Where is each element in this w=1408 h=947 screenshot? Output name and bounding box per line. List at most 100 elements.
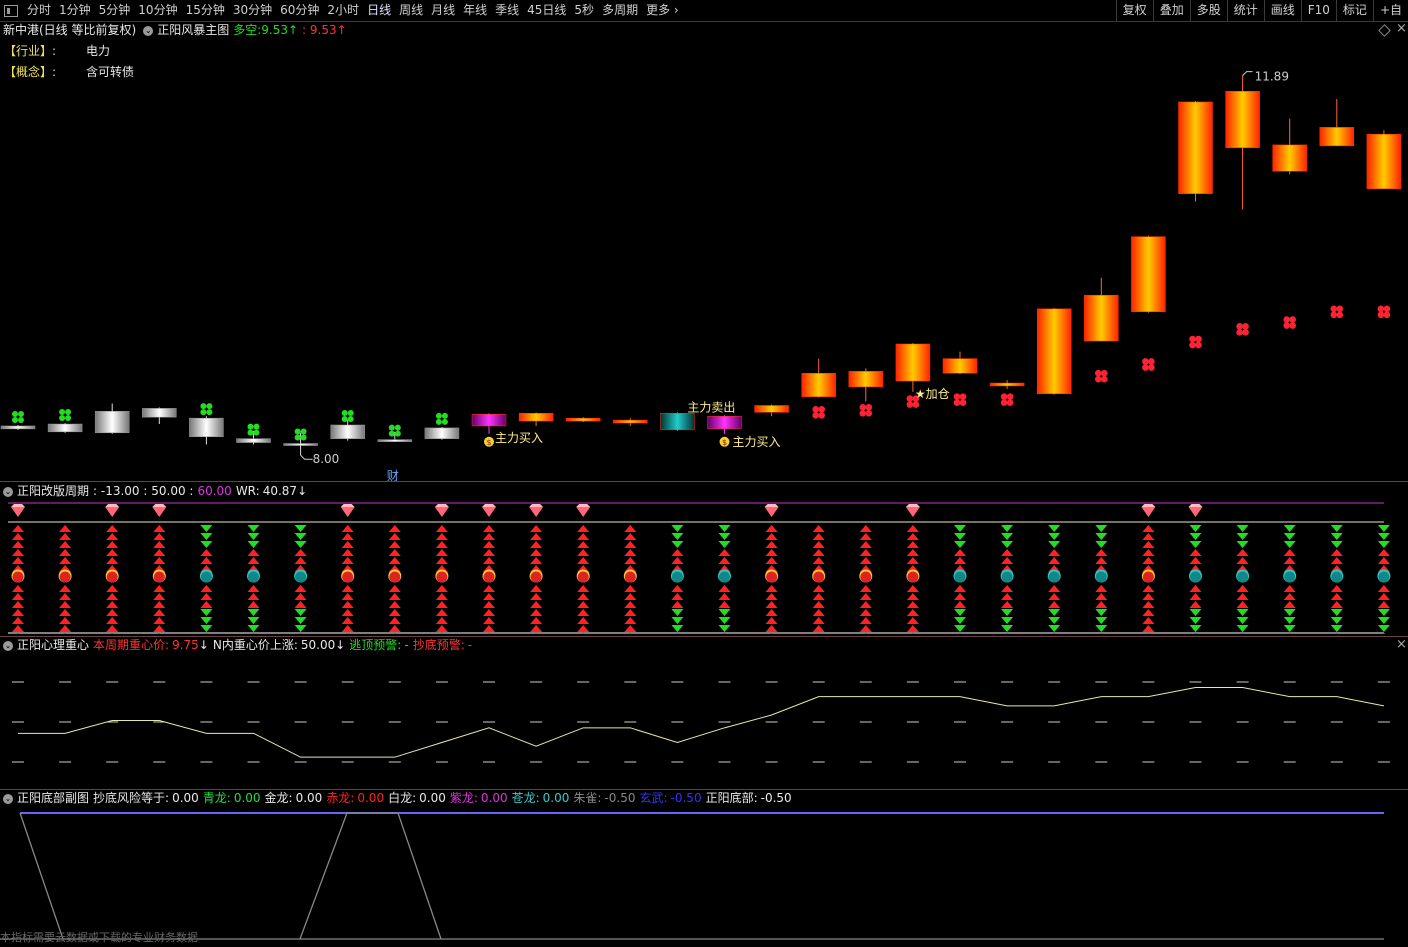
signal-column xyxy=(812,525,826,634)
period-tab[interactable]: 日线 xyxy=(363,0,395,21)
candle[interactable] xyxy=(1319,99,1355,147)
heart-line-chart[interactable] xyxy=(0,654,1408,786)
candle[interactable] xyxy=(707,415,742,434)
green-clover-marker xyxy=(435,412,448,425)
indicator-toggle-icon[interactable]: ⌄ xyxy=(3,793,13,804)
window-icon[interactable] xyxy=(4,4,18,17)
toolbar-button[interactable]: +自 xyxy=(1372,0,1408,21)
period-tab[interactable]: 周线 xyxy=(395,0,427,21)
diamond-gem-icon xyxy=(105,504,120,517)
panel-separator xyxy=(0,481,1408,482)
diamond-gem-icon xyxy=(1141,504,1156,517)
heart-indicator-name[interactable]: 正阳心理重心 xyxy=(17,638,89,653)
candle[interactable] xyxy=(1178,100,1213,202)
center-price-label: 本周期重心价: xyxy=(93,638,170,652)
center-rise-value: 50.00 xyxy=(300,638,336,652)
period-tab[interactable]: 分时 xyxy=(23,0,55,21)
center-price-value: 9.75 xyxy=(172,638,199,652)
candle[interactable] xyxy=(565,417,601,423)
period-tab[interactable]: 月线 xyxy=(427,0,459,21)
period-tab[interactable]: 1分钟 xyxy=(55,0,95,21)
candle[interactable] xyxy=(989,380,1025,389)
signal-column xyxy=(1047,525,1061,634)
cycle-values: : -13.00 : 50.00 : xyxy=(93,484,194,498)
toolbar-button[interactable]: 统计 xyxy=(1226,0,1264,21)
toolbar-button[interactable]: 复权 xyxy=(1115,0,1153,21)
candle[interactable] xyxy=(94,403,130,434)
period-tab[interactable]: 年线 xyxy=(459,0,491,21)
low-price-label: 8.00 xyxy=(313,452,340,466)
period-tab[interactable]: 15分钟 xyxy=(182,0,229,21)
dragon-label: 苍龙: xyxy=(511,791,540,805)
cycle-panel-header: ⌄ 正阳改版周期 : -13.00 : 50.00 : 60.00 WR: 40… xyxy=(0,484,307,499)
candle[interactable] xyxy=(848,368,884,402)
period-tab[interactable]: 更多 › xyxy=(642,0,683,21)
toolbar-button[interactable]: 多股 xyxy=(1189,0,1227,21)
candle[interactable] xyxy=(1131,235,1166,313)
candlestick-chart[interactable]: $ $ 主力买入主力卖出主力买入★加仓11.898.00财 xyxy=(0,22,1408,482)
candle[interactable] xyxy=(1366,130,1402,190)
signal-column xyxy=(435,525,449,634)
candle[interactable] xyxy=(142,407,177,425)
candle[interactable] xyxy=(660,412,695,431)
wr-value: 40.87 xyxy=(262,484,298,498)
candle[interactable] xyxy=(330,420,365,441)
close-icon[interactable]: × xyxy=(1396,637,1407,652)
candle[interactable] xyxy=(801,358,836,398)
svg-text:$: $ xyxy=(722,438,727,447)
diamond-gem-icon xyxy=(1188,504,1203,517)
toolbar-button[interactable]: F10 xyxy=(1300,0,1336,21)
diamond-gem-icon xyxy=(340,504,355,517)
dragon-value: -0.50 xyxy=(670,791,702,805)
candle[interactable] xyxy=(613,418,648,426)
candle[interactable] xyxy=(1036,307,1072,395)
candle[interactable] xyxy=(1225,75,1260,210)
cycle-signal-chart[interactable] xyxy=(0,499,1408,634)
period-tab[interactable]: 45日线 xyxy=(523,0,570,21)
candle[interactable] xyxy=(236,430,271,445)
bottom-signal-chart[interactable] xyxy=(0,806,1408,940)
dragon-value: 0.00 xyxy=(542,791,570,805)
down-arrow-icon: ↓ xyxy=(198,638,209,652)
period-tab[interactable]: 2小时 xyxy=(323,0,363,21)
period-tab[interactable]: 10分钟 xyxy=(134,0,181,21)
heart-center-line xyxy=(18,687,1384,758)
dragon-value: 0.00 xyxy=(357,791,385,805)
period-tab[interactable]: 5秒 xyxy=(570,0,598,21)
signal-column xyxy=(1236,525,1250,634)
dragon-label: 赤龙: xyxy=(326,791,355,805)
period-tab[interactable]: 季线 xyxy=(491,0,523,21)
toolbar-button[interactable]: 叠加 xyxy=(1152,0,1190,21)
cycle-indicator-name[interactable]: 正阳改版周期 xyxy=(17,484,89,499)
signal-column xyxy=(1330,525,1344,634)
candle[interactable] xyxy=(895,343,931,392)
indicator-toggle-icon[interactable]: ⌄ xyxy=(3,486,13,497)
signal-column xyxy=(623,525,637,634)
period-tab[interactable]: 多周期 xyxy=(598,0,642,21)
red-clover-marker xyxy=(1142,358,1155,371)
signal-column xyxy=(388,525,402,634)
candle[interactable] xyxy=(47,423,83,433)
period-tab[interactable]: 5分钟 xyxy=(95,0,135,21)
dragon-value: 0.00 xyxy=(295,791,323,805)
top-warning-value: - xyxy=(404,638,409,652)
candle[interactable] xyxy=(424,426,460,440)
candle[interactable] xyxy=(518,412,554,426)
red-clover-marker xyxy=(1189,335,1202,349)
indicator-toggle-icon[interactable]: ⌄ xyxy=(3,640,13,651)
candle[interactable] xyxy=(942,351,978,375)
annotation-label: 主力买入 xyxy=(495,431,543,445)
period-tab[interactable]: 30分钟 xyxy=(229,0,276,21)
candle[interactable] xyxy=(189,416,224,445)
candle[interactable] xyxy=(0,424,36,430)
candle[interactable] xyxy=(1272,118,1307,175)
candle[interactable] xyxy=(1084,277,1119,342)
annotation-label: 主力卖出 xyxy=(687,400,735,414)
candle[interactable] xyxy=(377,431,413,442)
toolbar-button[interactable]: 画线 xyxy=(1263,0,1301,21)
red-clover-marker xyxy=(1000,393,1014,406)
toolbar-button[interactable]: 标记 xyxy=(1335,0,1373,21)
candle[interactable] xyxy=(754,404,789,417)
period-tab[interactable]: 60分钟 xyxy=(276,0,323,21)
bottom-indicator-name[interactable]: 正阳底部副图 xyxy=(17,791,89,806)
